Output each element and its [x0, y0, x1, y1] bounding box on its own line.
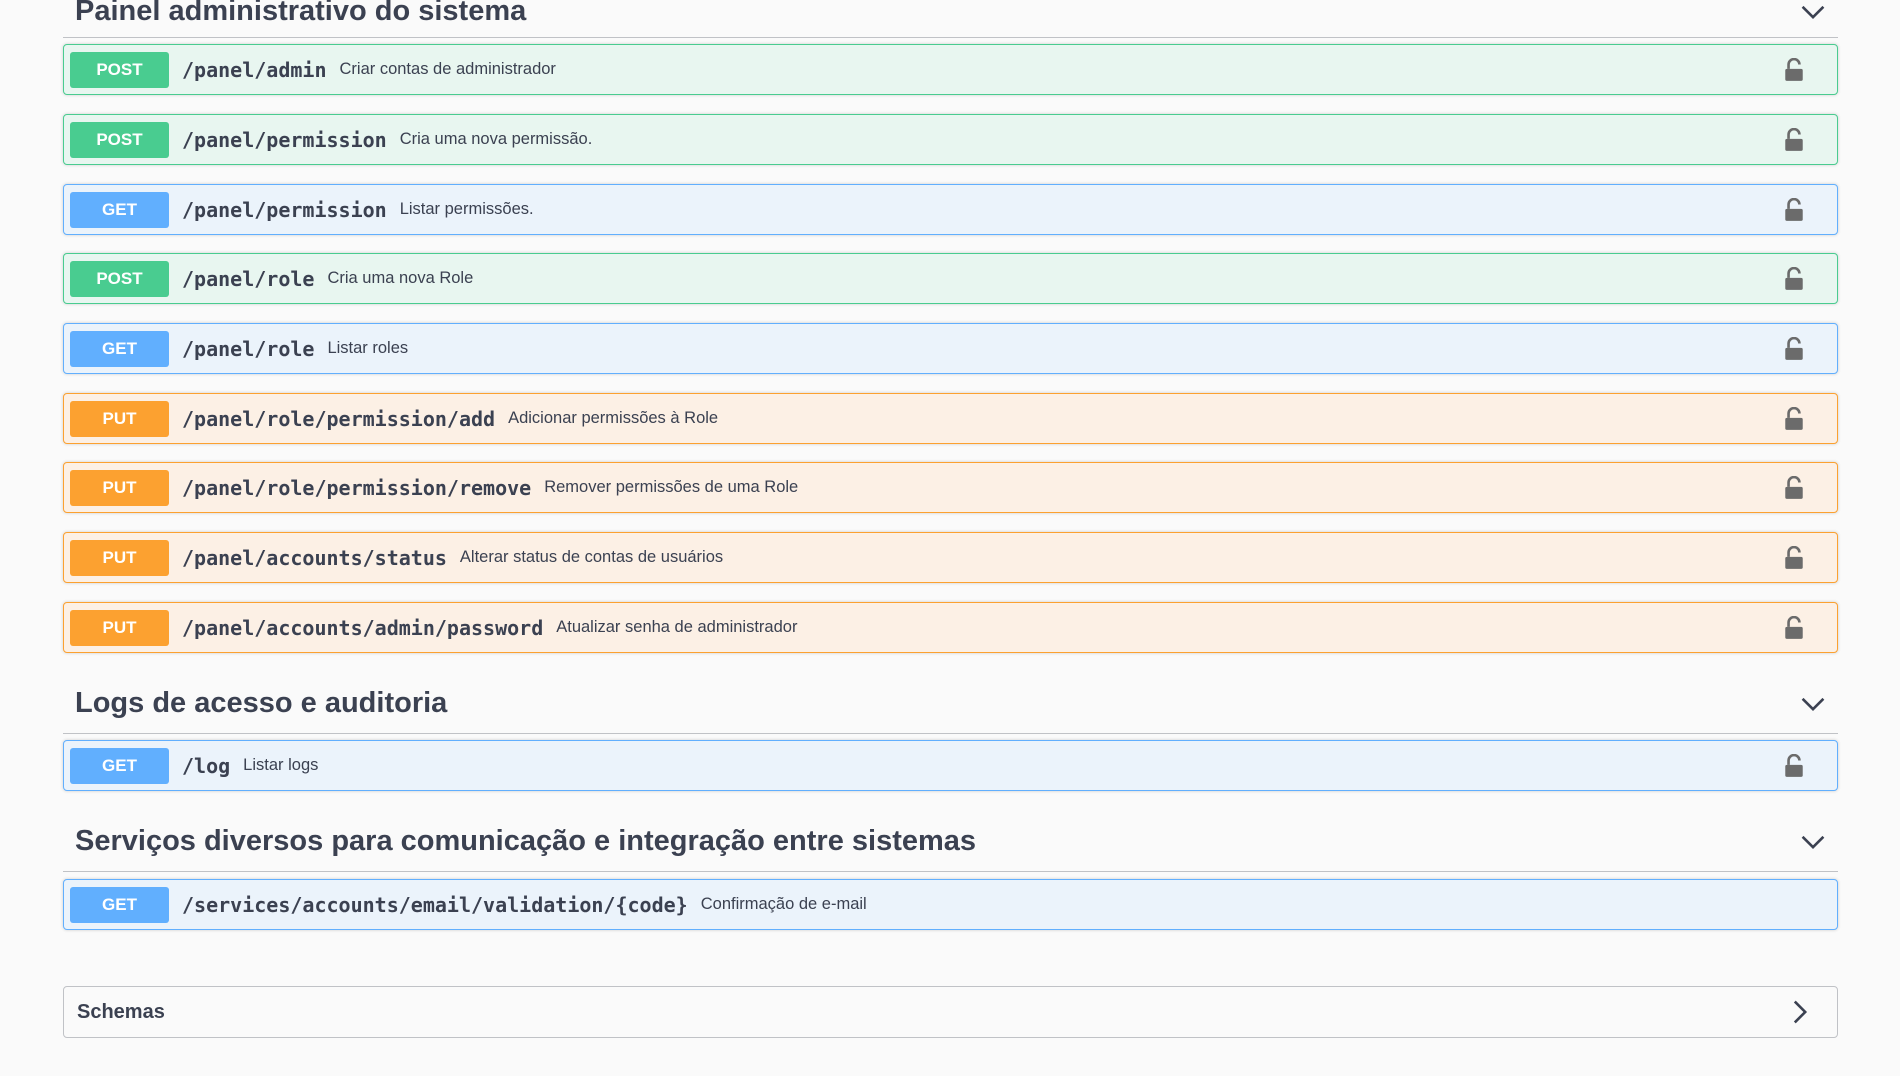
operation-get-email-validation[interactable]: GET /services/accounts/email/validation/… [63, 879, 1838, 930]
chevron-down-icon [1801, 5, 1825, 19]
chevron-down-icon [1801, 697, 1825, 711]
operation-summary: Confirmação de e-mail [700, 895, 867, 913]
lock-icon[interactable] [1783, 336, 1805, 361]
method-badge: PUT [70, 469, 169, 506]
method-badge: GET [70, 886, 169, 923]
lock-icon[interactable] [1783, 545, 1805, 570]
method-badge: POST [70, 51, 169, 88]
operation-path: /panel/role [182, 336, 315, 361]
operation-put-accounts-status[interactable]: PUT /panel/accounts/status Alterar statu… [63, 532, 1838, 583]
tag-title: Painel administrativo do sistema [75, 0, 527, 27]
method-badge: GET [70, 747, 169, 784]
tag-title: Serviços diversos para comunicação e int… [75, 825, 977, 857]
operation-path: /log [182, 753, 231, 778]
operation-put-role-permission-add[interactable]: PUT /panel/role/permission/add Adicionar… [63, 393, 1838, 444]
operation-path: /panel/permission [182, 127, 387, 152]
lock-icon[interactable] [1783, 753, 1805, 778]
chevron-down-icon [1801, 835, 1825, 849]
lock-icon[interactable] [1783, 127, 1805, 152]
lock-icon[interactable] [1783, 57, 1805, 82]
operation-put-role-permission-remove[interactable]: PUT /panel/role/permission/remove Remove… [63, 462, 1838, 513]
operation-summary: Listar permissões. [399, 200, 534, 218]
lock-icon[interactable] [1783, 475, 1805, 500]
tag-header-servicos[interactable]: Serviços diversos para comunicação e int… [63, 812, 1838, 872]
operation-summary: Criar contas de administrador [339, 60, 556, 78]
operation-path: /services/accounts/email/validation/{cod… [182, 892, 688, 917]
operation-summary: Listar roles [327, 339, 409, 357]
operation-get-panel-permission[interactable]: GET /panel/permission Listar permissões. [63, 184, 1838, 235]
lock-icon[interactable] [1783, 266, 1805, 291]
lock-icon[interactable] [1783, 615, 1805, 640]
operation-path: /panel/role/permission/remove [182, 475, 532, 500]
operation-get-log[interactable]: GET /log Listar logs [63, 740, 1838, 791]
lock-icon[interactable] [1783, 406, 1805, 431]
operation-summary: Atualizar senha de administrador [556, 618, 798, 636]
schemas-section[interactable]: Schemas [63, 986, 1838, 1038]
operation-put-accounts-admin-password[interactable]: PUT /panel/accounts/admin/password Atual… [63, 602, 1838, 653]
lock-icon[interactable] [1783, 197, 1805, 222]
operation-summary: Remover permissões de uma Role [544, 478, 799, 496]
operation-path: /panel/role [182, 266, 315, 291]
operation-summary: Cria uma nova permissão. [399, 130, 593, 148]
operation-summary: Adicionar permissões à Role [508, 409, 719, 427]
schemas-title: Schemas [77, 1000, 165, 1023]
operation-path: /panel/accounts/status [182, 545, 447, 570]
operation-summary: Cria uma nova Role [327, 269, 474, 287]
method-badge: GET [70, 191, 169, 228]
chevron-right-icon [1793, 1000, 1808, 1024]
operation-summary: Alterar status de contas de usuários [459, 548, 724, 566]
operation-post-panel-permission[interactable]: POST /panel/permission Cria uma nova per… [63, 114, 1838, 165]
operation-get-panel-role[interactable]: GET /panel/role Listar roles [63, 323, 1838, 374]
method-badge: PUT [70, 539, 169, 576]
operation-path: /panel/permission [182, 197, 387, 222]
operation-path: /panel/accounts/admin/password [182, 615, 544, 640]
operation-post-panel-role[interactable]: POST /panel/role Cria uma nova Role [63, 253, 1838, 304]
tag-header-painel[interactable]: Painel administrativo do sistema [63, 0, 1838, 38]
tag-header-logs[interactable]: Logs de acesso e auditoria [63, 674, 1838, 734]
method-badge: POST [70, 260, 169, 297]
method-badge: PUT [70, 400, 169, 437]
method-badge: PUT [70, 609, 169, 646]
method-badge: GET [70, 330, 169, 367]
operation-summary: Listar logs [243, 756, 319, 774]
operation-post-panel-admin[interactable]: POST /panel/admin Criar contas de admini… [63, 44, 1838, 95]
operation-path: /panel/role/permission/add [182, 406, 496, 431]
operation-path: /panel/admin [182, 57, 327, 82]
swagger-page: Painel administrativo do sistema POST /p… [0, 0, 1900, 1076]
tag-title: Logs de acesso e auditoria [75, 687, 448, 719]
method-badge: POST [70, 121, 169, 158]
